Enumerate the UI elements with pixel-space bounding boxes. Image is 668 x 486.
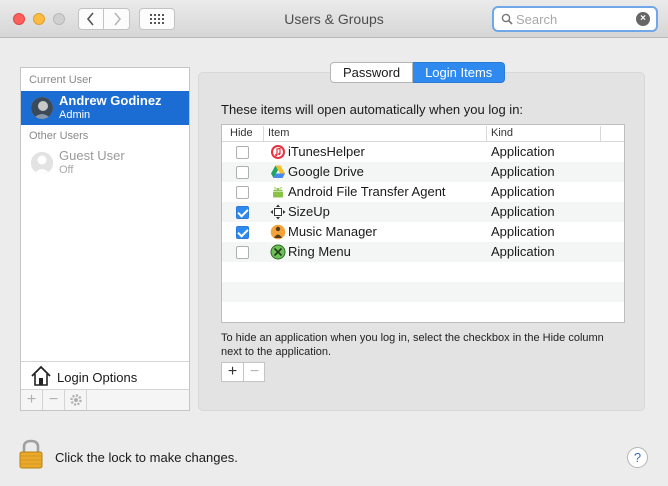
user-item-guest-user[interactable]: Guest User Off	[21, 146, 189, 180]
table-row[interactable]: Music Manager Application	[222, 222, 624, 242]
guest-user-icon	[31, 152, 53, 174]
tab-password[interactable]: Password	[330, 62, 414, 83]
user-item-andrew-godinez[interactable]: Andrew Godinez Admin	[21, 91, 189, 125]
avatar	[31, 97, 53, 119]
app-name: Google Drive	[288, 164, 364, 179]
app-name: Android File Transfer Agent	[288, 184, 446, 199]
lock-icon[interactable]	[18, 439, 44, 469]
search-icon	[501, 13, 513, 25]
hide-hint-text: To hide an application when you log in, …	[221, 332, 604, 358]
search-field[interactable]: ×	[492, 6, 658, 32]
add-user-button[interactable]: +	[21, 390, 43, 410]
hide-checkbox[interactable]	[236, 186, 249, 199]
app-name: Music Manager	[288, 224, 377, 239]
house-icon	[31, 365, 51, 386]
other-users-heading: Other Users	[29, 130, 89, 142]
user-actions-button[interactable]	[65, 390, 87, 410]
app-kind: Application	[491, 224, 555, 239]
column-header-hide[interactable]: Hide	[230, 127, 253, 139]
table-row-empty	[222, 282, 624, 302]
hide-checkbox[interactable]	[236, 206, 249, 219]
music-manager-icon	[270, 224, 286, 240]
column-header-item[interactable]: Item	[268, 127, 289, 139]
add-login-item-button[interactable]: +	[222, 363, 244, 381]
login-items-table: Hide Item Kind iTunesHelper Application …	[221, 124, 625, 323]
title-bar: Users & Groups ×	[0, 0, 668, 38]
clear-search-icon[interactable]: ×	[636, 12, 650, 26]
app-kind: Application	[491, 204, 555, 219]
table-row[interactable]: iTunesHelper Application	[222, 142, 624, 162]
app-kind: Application	[491, 164, 555, 179]
android-icon	[273, 186, 283, 198]
app-kind: Application	[491, 184, 555, 199]
remove-login-item-button[interactable]: −	[244, 363, 265, 381]
table-row[interactable]: Android File Transfer Agent Application	[222, 182, 624, 202]
user-avatar-icon	[31, 97, 53, 119]
user-status: Off	[59, 164, 74, 176]
app-name: Ring Menu	[288, 244, 351, 259]
tab-bar: Password Login Items	[330, 62, 506, 83]
ring-menu-icon	[270, 244, 286, 260]
app-name: SizeUp	[288, 204, 330, 219]
search-input[interactable]	[516, 11, 634, 27]
users-sidebar: Current User Andrew Godinez Admin Other …	[20, 67, 190, 411]
table-header: Hide Item Kind	[222, 125, 624, 142]
current-user-heading: Current User	[29, 74, 92, 86]
table-row[interactable]: Google Drive Application	[222, 162, 624, 182]
login-items-intro: These items will open automatically when…	[221, 102, 524, 117]
hide-checkbox[interactable]	[236, 166, 249, 179]
google-drive-icon	[271, 165, 285, 178]
login-options-label: Login Options	[57, 370, 138, 385]
sidebar-toolbar: + −	[21, 389, 189, 410]
add-remove-control: + −	[221, 362, 265, 382]
itunes-icon	[271, 145, 285, 159]
table-row-empty	[222, 262, 624, 282]
hide-checkbox[interactable]	[236, 226, 249, 239]
avatar	[31, 152, 53, 174]
user-name: Guest User	[59, 148, 125, 163]
help-button[interactable]: ?	[627, 447, 648, 468]
sizeup-icon	[270, 204, 286, 220]
remove-user-button[interactable]: −	[43, 390, 65, 410]
lock-status-text: Click the lock to make changes.	[55, 450, 238, 465]
gear-icon	[69, 394, 82, 406]
table-row[interactable]: Ring Menu Application	[222, 242, 624, 262]
column-header-kind[interactable]: Kind	[491, 127, 513, 139]
app-kind: Application	[491, 144, 555, 159]
user-name: Andrew Godinez	[59, 93, 162, 108]
app-name: iTunesHelper	[288, 144, 365, 159]
user-role: Admin	[59, 109, 91, 121]
tab-login-items[interactable]: Login Items	[413, 62, 506, 83]
hide-checkbox[interactable]	[236, 146, 249, 159]
app-kind: Application	[491, 244, 555, 259]
table-row[interactable]: SizeUp Application	[222, 202, 624, 222]
hide-checkbox[interactable]	[236, 246, 249, 259]
login-options-item[interactable]: Login Options	[21, 361, 189, 389]
